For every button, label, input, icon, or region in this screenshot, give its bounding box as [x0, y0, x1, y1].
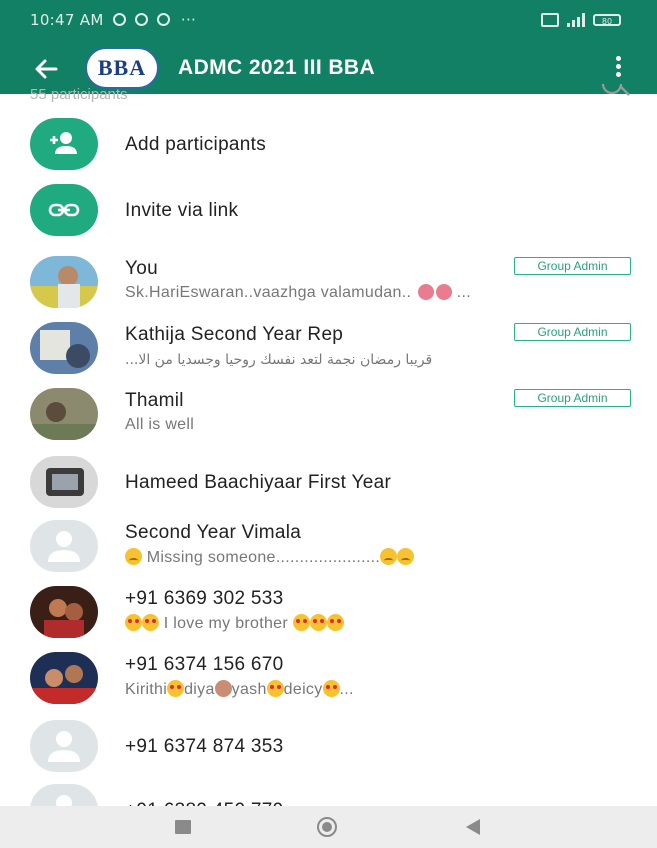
search-icon[interactable] [600, 84, 630, 96]
participant-name: Second Year Vimala [125, 522, 302, 543]
back-icon[interactable] [466, 819, 480, 835]
participant-name: +91 6369 302 533 [125, 588, 284, 609]
participant-name: You [125, 258, 158, 279]
default-avatar-icon [30, 720, 98, 772]
invite-via-link-row[interactable]: Invite via link [0, 180, 657, 240]
rose-emoji-icon [417, 284, 434, 300]
group-avatar[interactable]: BBA [85, 47, 159, 89]
avatar [30, 322, 98, 374]
cast-icon [541, 13, 559, 27]
signal-icon [567, 13, 585, 27]
heart-eyes-emoji-icon [326, 614, 344, 631]
status-bar: 10:47 AM ··· 80 [0, 0, 657, 44]
participant-row[interactable]: Thamil Group Admin All is well [0, 384, 657, 450]
participant-row[interactable]: +91 6374 156 670 Kirithi diya yash deicy... [0, 648, 657, 714]
sad-emoji-icon [125, 548, 142, 565]
group-admin-badge: Group Admin [514, 389, 631, 407]
status-time: 10:47 AM ··· [30, 11, 196, 29]
participant-about: I love my brother [125, 614, 344, 633]
heart-eyes-emoji-icon [309, 614, 327, 631]
participant-about: Kirithi diya yash deicy... [125, 680, 354, 698]
home-icon[interactable] [317, 817, 337, 837]
add-participants-label: Add participants [125, 134, 267, 155]
recent-apps-icon[interactable] [175, 820, 191, 834]
rose-emoji-icon [435, 284, 452, 300]
link-icon [30, 184, 98, 236]
woman-emoji-icon [214, 680, 232, 697]
default-avatar-icon [30, 520, 98, 572]
participant-name: Kathija Second Year Rep [125, 324, 344, 345]
status-indicators: 80 [541, 13, 621, 27]
battery-icon: 80 [593, 14, 621, 26]
notification-icon [112, 13, 126, 26]
participant-about: Sk.HariEswaran..vaazhga valamudan.. ... [125, 284, 471, 301]
participant-about: قريبا رمضان نجمة لتعد نفسك روحيا وجسديا … [125, 352, 433, 368]
group-admin-badge: Group Admin [514, 257, 631, 275]
participant-row[interactable]: +91 6374 874 353 [0, 716, 657, 782]
avatar [30, 256, 98, 308]
back-arrow-icon[interactable] [30, 53, 62, 85]
avatar [30, 652, 98, 704]
group-admin-badge: Group Admin [514, 323, 631, 341]
participant-row[interactable]: +91 6369 302 533 I love my brother [0, 582, 657, 648]
heart-eyes-emoji-icon [125, 614, 142, 631]
heart-eyes-emoji-icon [266, 680, 284, 697]
participants-count: 55 participants [30, 86, 128, 103]
status-clock: 10:47 AM [30, 11, 104, 29]
participant-name: +91 6374 156 670 [125, 654, 284, 675]
avatar [30, 456, 98, 508]
avatar [30, 388, 98, 440]
heart-eyes-emoji-icon [142, 614, 159, 631]
group-title[interactable]: ADMC 2021 III BBA [178, 56, 375, 80]
more-notifications-icon: ··· [180, 11, 197, 29]
participant-name: Thamil [125, 390, 184, 411]
heart-eyes-emoji-icon [322, 680, 340, 697]
sad-emoji-icon [380, 548, 398, 565]
participant-row[interactable]: Kathija Second Year Rep Group Admin قريب… [0, 318, 657, 384]
system-navigation-bar [0, 806, 657, 848]
participant-name: +91 6374 874 353 [125, 736, 284, 757]
avatar [30, 586, 98, 638]
sad-emoji-icon [397, 548, 415, 565]
participant-about: Missing someone...................... [125, 548, 415, 567]
whatsapp-icon [134, 13, 148, 26]
add-participants-row[interactable]: Add participants [0, 114, 657, 174]
heart-eyes-emoji-icon [167, 680, 185, 697]
overflow-menu-icon[interactable] [612, 56, 624, 82]
whatsapp-icon [156, 13, 170, 26]
participant-name: Hameed Baachiyaar First Year [125, 472, 392, 493]
invite-via-link-label: Invite via link [125, 200, 239, 221]
participant-about: All is well [125, 416, 195, 433]
add-participants-icon [30, 118, 98, 170]
participant-row[interactable]: You Group Admin Sk.HariEswaran..vaazhga … [0, 252, 657, 318]
participant-row[interactable]: Hameed Baachiyaar First Year [0, 452, 657, 518]
heart-eyes-emoji-icon [292, 614, 310, 631]
participant-row[interactable]: Second Year Vimala Missing someone......… [0, 516, 657, 582]
